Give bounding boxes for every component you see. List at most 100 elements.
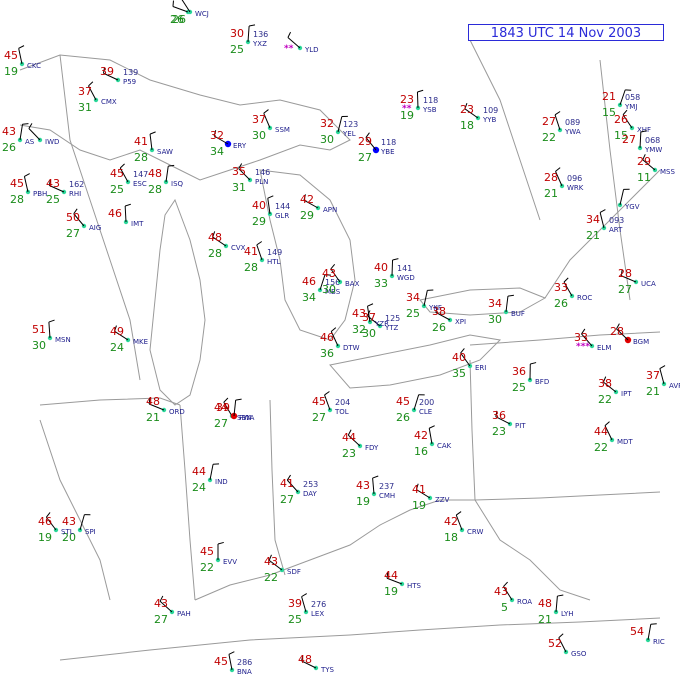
station-plot: 27 068YMW (622, 130, 662, 154)
temperature-label: 35 (232, 165, 246, 178)
wind-barb-flag-icon (267, 195, 274, 199)
snow-weather-icon: ** (284, 44, 294, 54)
station-plot: 28 21 096WRK (544, 167, 584, 200)
station-id-label: XHF (637, 126, 651, 134)
station-plot: 41 28 SAW (134, 131, 173, 164)
station-id-label: ELM (597, 344, 611, 352)
wind-barb-flag-icon (372, 475, 379, 479)
wind-barb-flag-icon (392, 258, 399, 261)
dewpoint-label: 21 (538, 613, 552, 626)
station-id-label: YBE (380, 148, 395, 156)
wind-barb-flag-icon (168, 164, 175, 167)
station-plot: 44 23 FDY (342, 429, 379, 460)
dewpoint-label: 26 (2, 141, 16, 154)
station-plot: 37 31 CMX (78, 81, 117, 114)
station-id-label: YXZ (252, 40, 267, 48)
station-plot: 45 26 200CLE (396, 394, 434, 424)
wind-barb-icon (505, 296, 509, 313)
station-id-label: WCJ (195, 10, 209, 18)
wind-barb-flag-icon (429, 425, 435, 429)
dewpoint-label: 19 (356, 495, 370, 508)
dewpoint-label: 31 (232, 181, 246, 194)
station-plot: 45 27 204TOL (312, 391, 350, 424)
wind-barb-icon (228, 654, 233, 671)
dewpoint-label: 25 (46, 193, 60, 206)
temperature-label: 50 (66, 211, 80, 224)
temperature-label: 40 (452, 351, 466, 364)
station-plot: 33ELM*** (574, 328, 611, 352)
station-id-label: ERY (233, 142, 247, 150)
wind-barb-flag-icon (650, 623, 657, 625)
pressure-label: 123 (343, 120, 358, 129)
dewpoint-label: 24 (192, 481, 206, 494)
dewpoint-label: 18 (460, 119, 474, 132)
dewpoint-label: 19 (38, 531, 52, 544)
station-id-label: BGM (633, 338, 649, 346)
station-plot: 48 21 ORD (146, 395, 185, 424)
station-id-label: GSO (571, 650, 587, 658)
dewpoint-label: 29 (252, 215, 266, 228)
wind-barb-icon (372, 478, 375, 495)
wind-barb-icon (124, 205, 127, 223)
station-plot: 27 22 089YWA (542, 111, 581, 144)
pressure-label: 147 (133, 170, 148, 179)
station-id-label: ART (609, 226, 623, 234)
pressure-label: 109 (483, 106, 498, 115)
temperature-label: 41 (244, 245, 258, 258)
temperature-label: 45 (110, 167, 124, 180)
station-id-label: DAY (303, 490, 318, 498)
station-plot: 44 24 IND (192, 463, 228, 494)
wind-barb-flag-icon (24, 173, 30, 177)
temperature-label: 51 (32, 323, 46, 336)
dewpoint-label: 19 (412, 499, 426, 512)
temperature-label: 42 (414, 429, 428, 442)
wind-barb-icon (247, 26, 250, 43)
station-id-label: ZZV (435, 496, 450, 504)
dewpoint-label: 21 (586, 229, 600, 242)
wind-barb-icon (172, 6, 189, 13)
temperature-label: 40 (374, 261, 388, 274)
pressure-label: 118 (423, 96, 438, 105)
station-plot: 4828 CVX (208, 231, 246, 260)
temperature-label: 28 (610, 325, 624, 338)
dewpoint-label: 19 (4, 65, 18, 78)
wind-barb-icon (639, 131, 642, 149)
dewpoint-label: 21 (146, 411, 160, 424)
station-plot: 48 28 ISQ (148, 164, 184, 196)
station-plot: 36 25 BFD (512, 362, 549, 394)
temperature-label: 34 (488, 297, 502, 310)
station-plot: 43 25 162RHI (46, 177, 84, 206)
wind-barb-flag-icon (249, 24, 256, 27)
station-plot: 32 30 123YEL (320, 115, 358, 146)
dewpoint-label: 29 (300, 209, 314, 222)
temperature-label: 32 (210, 129, 224, 142)
wind-barb-icon (23, 176, 29, 193)
wind-barb-icon (391, 259, 394, 277)
border-wv-va (474, 499, 591, 601)
dewpoint-label: 31 (78, 101, 92, 114)
border-ohio-river (194, 499, 475, 601)
station-plot: 54 RIC (630, 623, 665, 646)
dewpoint-label: 33 (374, 277, 388, 290)
station-plot: 38 22 IPT (598, 376, 632, 406)
temperature-label: 43 (352, 307, 366, 320)
temperature-label: 37 (252, 113, 266, 126)
station-id-label: YZR (374, 320, 389, 328)
station-plot: 29 11 MSS (637, 154, 675, 184)
temperature-label: 26 (614, 113, 628, 126)
dewpoint-label: 30 (320, 133, 334, 146)
station-id-label: RHI (69, 190, 81, 198)
pressure-label: 139 (123, 68, 138, 77)
dewpoint-label: 25 (288, 613, 302, 626)
pressure-label: 253 (303, 480, 318, 489)
temperature-label: 43 (46, 177, 60, 190)
wind-barb-icon (555, 596, 558, 613)
station-plot: 44 19 HTS (384, 569, 422, 598)
wind-barb-flag-icon (48, 319, 55, 323)
pressure-label: 136 (253, 30, 268, 39)
temperature-label: 44 (192, 465, 206, 478)
station-id-label: XPI (455, 318, 466, 326)
station-id-label: FWA (239, 414, 255, 422)
station-id-label: P59 (123, 78, 136, 86)
station-id-label: IWD (45, 138, 59, 146)
